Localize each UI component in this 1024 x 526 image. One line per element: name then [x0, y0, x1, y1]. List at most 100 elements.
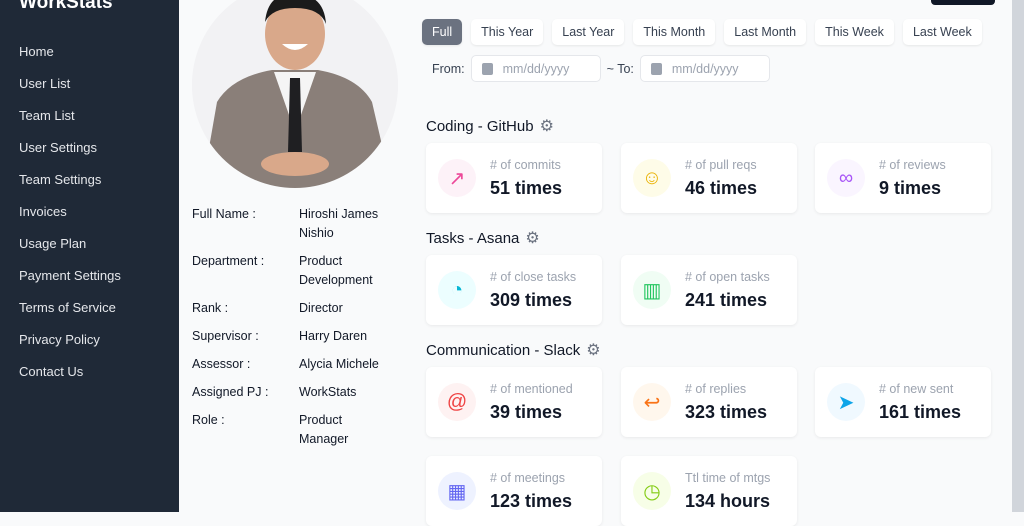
calendar-icon [481, 62, 493, 75]
field-label: Assigned PJ : [192, 385, 269, 399]
stat-value: 309 times [490, 290, 573, 310]
field-value: Director [299, 301, 343, 315]
section-title: Communication - Slack [426, 341, 581, 359]
to-date-input[interactable]: mm/dd/yyyy [639, 55, 770, 82]
stat-label: # of new sent [879, 382, 954, 396]
section-title: Coding - GitHub [426, 117, 534, 135]
field-label: Role : [192, 413, 225, 427]
field-value: Alycia Michele [299, 357, 379, 371]
trend-icon: ↗ [438, 159, 476, 197]
stat-label: # of pull reqs [685, 158, 757, 172]
stat-value: 46 times [685, 178, 758, 198]
stat-label: # of commits [490, 158, 561, 172]
profile-photo [192, 0, 398, 188]
reply-icon: ↩ [633, 383, 671, 421]
profile-row: Department : Product Development [192, 252, 389, 290]
field-value: Harry Daren [299, 329, 368, 343]
sidebar-item-privacy[interactable]: Privacy Policy [19, 332, 121, 364]
profile-row: Supervisor : Harry Daren [192, 327, 389, 346]
stat-card: ▥ # of open tasks 241 times [621, 255, 797, 325]
stat-card: ↩ # of replies 323 times [621, 367, 797, 437]
gear-icon[interactable]: ⚙ [586, 340, 600, 360]
clock-icon: ◷ [633, 472, 671, 510]
from-label: From: [432, 61, 465, 76]
profile-row: Assigned PJ : WorkStats [192, 383, 389, 402]
app-logo[interactable]: WorkStats [19, 0, 113, 14]
sidebar-item-home[interactable]: Home [19, 44, 121, 76]
at-icon: @ [438, 383, 476, 421]
profile-row: Assessor : Alycia Michele [192, 355, 389, 374]
stat-card: ☺ # of pull reqs 46 times [621, 143, 797, 213]
range-full[interactable]: Full [422, 19, 463, 45]
stat-value: 241 times [685, 290, 768, 310]
stat-label: # of replies [685, 382, 747, 396]
bar-chart-icon: ▥ [633, 271, 671, 309]
field-label: Department : [192, 254, 265, 268]
stat-value: 39 times [490, 402, 563, 422]
field-label: Supervisor : [192, 329, 259, 343]
from-date-input[interactable]: mm/dd/yyyy [470, 55, 601, 82]
stat-label: # of open tasks [685, 270, 770, 284]
top-action-button[interactable] [931, 0, 995, 5]
range-this-week[interactable]: This Week [815, 19, 894, 45]
field-value: WorkStats [299, 385, 357, 399]
sidebar-item-team-settings[interactable]: Team Settings [19, 172, 121, 204]
field-value: Product Development [299, 254, 373, 287]
sidebar-item-payment-settings[interactable]: Payment Settings [19, 268, 121, 300]
range-this-month[interactable]: This Month [633, 19, 716, 45]
scrollbar[interactable] [1012, 0, 1024, 512]
range-last-week[interactable]: Last Week [902, 19, 982, 45]
pie-icon: ◔ [438, 271, 476, 309]
range-tabs: Full This Year Last Year This Month Last… [422, 19, 982, 45]
stat-card: ➤ # of new sent 161 times [815, 367, 991, 437]
range-last-year[interactable]: Last Year [552, 19, 625, 45]
sidebar-item-team-list[interactable]: Team List [19, 108, 121, 140]
glasses-icon: ∞ [827, 159, 865, 197]
stat-card: ↗ # of commits 51 times [426, 143, 602, 213]
stat-value: 134 hours [685, 491, 771, 511]
range-last-month[interactable]: Last Month [724, 19, 807, 45]
stat-card: ▦ # of meetings 123 times [426, 456, 602, 526]
calendar-icon [650, 62, 662, 75]
sidebar-item-contact[interactable]: Contact Us [19, 364, 121, 396]
stat-value: 51 times [490, 178, 563, 198]
sidebar-item-invoices[interactable]: Invoices [19, 204, 121, 236]
section-coding: Coding - GitHub ⚙ [426, 116, 554, 136]
stat-value: 323 times [685, 402, 768, 422]
field-label: Assessor : [192, 357, 251, 371]
sidebar-item-usage-plan[interactable]: Usage Plan [19, 236, 121, 268]
date-range: From: mm/dd/yyyy ~ To: mm/dd/yyyy [432, 55, 776, 82]
profile-info: Full Name : Hiroshi James Nishio Departme… [192, 205, 389, 458]
date-placeholder: mm/dd/yyyy [502, 61, 570, 76]
field-label: Rank : [192, 301, 229, 315]
section-title: Tasks - Asana [426, 229, 520, 247]
sidebar-item-user-list[interactable]: User List [19, 76, 121, 108]
sidebar-item-user-settings[interactable]: User Settings [19, 140, 121, 172]
field-label: Full Name : [192, 207, 256, 221]
sidebar: WorkStats Home User List Team List User … [0, 0, 179, 512]
stat-label: Ttl time of mtgs [685, 471, 771, 485]
sidebar-item-terms[interactable]: Terms of Service [19, 300, 121, 332]
user-icon: ☺ [633, 159, 671, 197]
section-tasks: Tasks - Asana ⚙ [426, 228, 540, 248]
to-label: ~ To: [606, 61, 634, 76]
stat-label: # of reviews [879, 158, 946, 172]
gear-icon[interactable]: ⚙ [525, 228, 539, 248]
stat-label: # of close tasks [490, 270, 577, 284]
range-this-year[interactable]: This Year [471, 19, 544, 45]
gear-icon[interactable]: ⚙ [540, 116, 554, 136]
stat-value: 161 times [879, 402, 962, 422]
stat-card: @ # of mentioned 39 times [426, 367, 602, 437]
calendar-icon: ▦ [438, 472, 476, 510]
profile-row: Full Name : Hiroshi James Nishio [192, 205, 389, 243]
field-value: Hiroshi James Nishio [299, 207, 379, 240]
sidebar-nav: Home User List Team List User Settings T… [19, 44, 121, 396]
stat-card: ∞ # of reviews 9 times [815, 143, 991, 213]
profile-row: Rank : Director [192, 299, 389, 318]
stat-label: # of mentioned [490, 382, 573, 396]
date-placeholder: mm/dd/yyyy [671, 61, 739, 76]
send-icon: ➤ [827, 383, 865, 421]
stat-value: 123 times [490, 491, 573, 511]
field-value: Product Manager [299, 413, 349, 446]
stat-value: 9 times [879, 178, 942, 198]
